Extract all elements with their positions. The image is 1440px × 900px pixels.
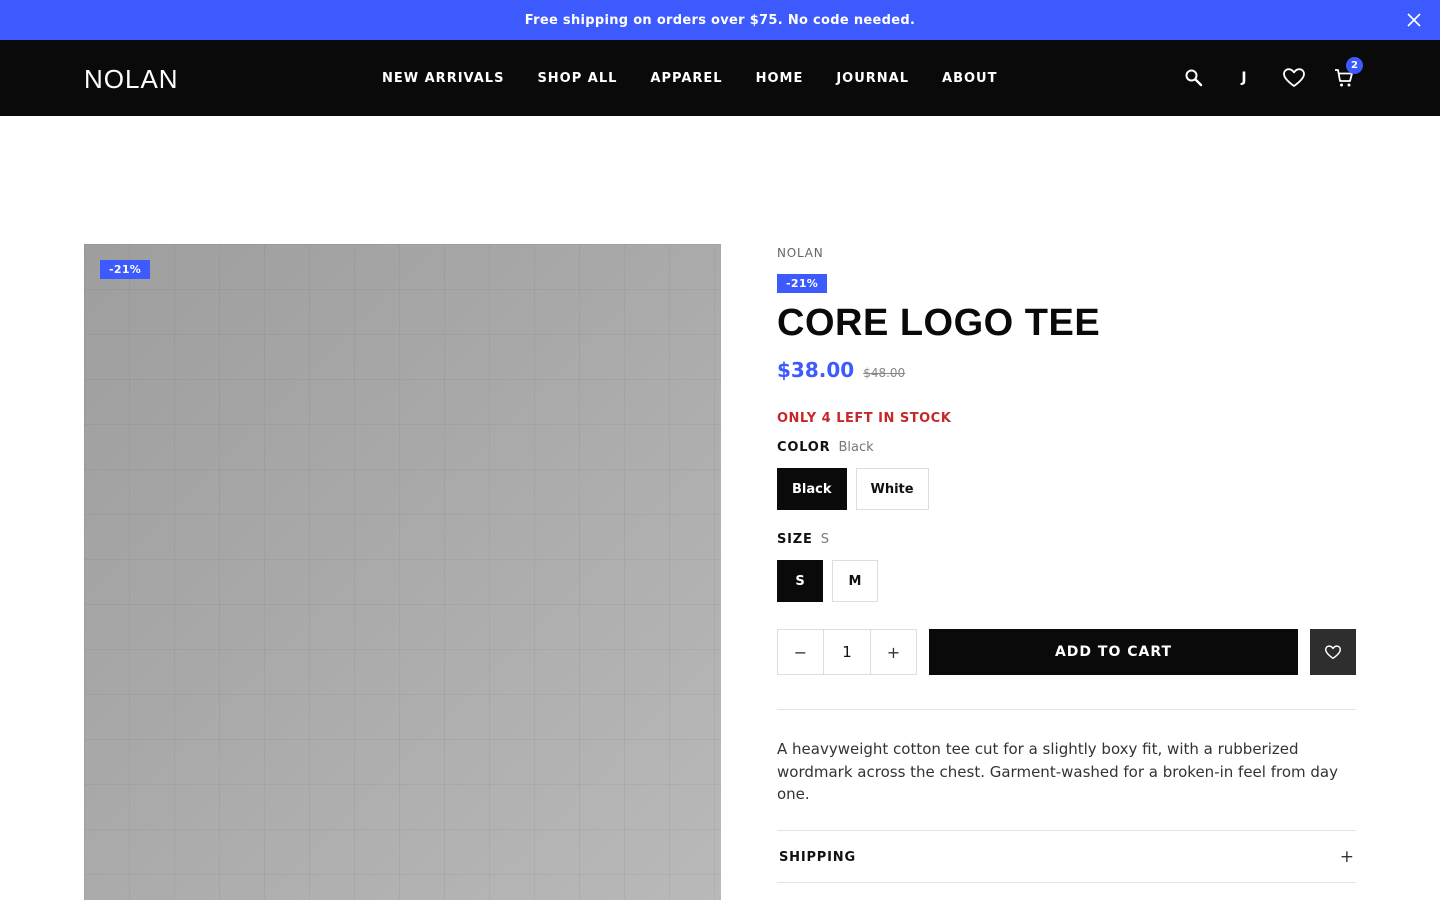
announcement-bar: Free shipping on orders over $75. No cod… bbox=[0, 0, 1440, 40]
quantity-decrease-button[interactable]: − bbox=[778, 630, 823, 674]
color-label: COLOR bbox=[777, 440, 831, 455]
product-image[interactable]: -21% bbox=[84, 244, 721, 900]
color-option-white[interactable]: White bbox=[855, 468, 929, 510]
quantity-increase-button[interactable]: + bbox=[871, 630, 916, 674]
main-nav: NEW ARRIVALS SHOP ALL APPAREL HOME JOURN… bbox=[382, 40, 997, 116]
cart-icon[interactable]: 2 bbox=[1332, 57, 1363, 90]
search-icon[interactable] bbox=[1182, 66, 1206, 90]
shipping-accordion[interactable]: SHIPPING + bbox=[777, 831, 1356, 883]
nav-about[interactable]: ABOUT bbox=[942, 71, 997, 86]
account-icon[interactable]: J bbox=[1232, 66, 1256, 90]
cart-count-badge: 2 bbox=[1346, 57, 1363, 74]
size-label: SIZE bbox=[777, 532, 813, 547]
stock-warning: ONLY 4 LEFT IN STOCK bbox=[777, 411, 952, 426]
color-option-black[interactable]: Black bbox=[777, 468, 847, 510]
nav-apparel[interactable]: APPAREL bbox=[650, 71, 722, 86]
shipping-accordion-title: SHIPPING bbox=[779, 849, 856, 865]
color-selected-value: Black bbox=[838, 440, 874, 455]
discount-badge: -21% bbox=[777, 274, 828, 293]
sale-price: $38.00 bbox=[777, 358, 855, 382]
add-to-wishlist-button[interactable] bbox=[1310, 629, 1356, 675]
wishlist-heart-icon[interactable] bbox=[1282, 66, 1306, 90]
image-texture bbox=[84, 244, 721, 900]
image-discount-badge: -21% bbox=[100, 260, 151, 279]
close-icon[interactable] bbox=[1404, 10, 1424, 30]
nav-journal[interactable]: JOURNAL bbox=[836, 71, 909, 86]
size-options: S M bbox=[777, 560, 887, 602]
price-row: $38.00 $48.00 bbox=[777, 358, 905, 382]
plus-icon: + bbox=[1339, 847, 1354, 867]
header-actions: J 2 bbox=[1156, 40, 1363, 116]
quantity-stepper: − + bbox=[777, 629, 917, 675]
product-brand[interactable]: NOLAN bbox=[777, 246, 824, 260]
add-to-cart-button[interactable]: ADD TO CART bbox=[929, 629, 1298, 675]
color-options: Black White bbox=[777, 468, 938, 510]
announcement-text: Free shipping on orders over $75. No cod… bbox=[524, 12, 916, 28]
account-initial: J bbox=[1241, 70, 1247, 86]
purchase-row: − + ADD TO CART bbox=[777, 629, 1356, 675]
site-header: NOLAN NEW ARRIVALS SHOP ALL APPAREL HOME… bbox=[0, 40, 1440, 116]
size-label-row: SIZE S bbox=[777, 532, 829, 547]
product-description: A heavyweight cotton tee cut for a sligh… bbox=[777, 740, 1338, 803]
color-label-row: COLOR Black bbox=[777, 440, 874, 455]
size-option-m[interactable]: M bbox=[832, 560, 878, 602]
heart-icon bbox=[1325, 644, 1341, 659]
compare-price: $48.00 bbox=[863, 366, 906, 380]
size-option-s[interactable]: S bbox=[777, 560, 823, 602]
quantity-input[interactable] bbox=[823, 630, 871, 674]
divider bbox=[777, 882, 1356, 883]
nav-home[interactable]: HOME bbox=[756, 71, 804, 86]
logo[interactable]: NOLAN bbox=[84, 64, 179, 95]
nav-shop-all[interactable]: SHOP ALL bbox=[537, 71, 617, 86]
divider bbox=[777, 709, 1356, 710]
size-selected-value: S bbox=[820, 532, 829, 547]
nav-new-arrivals[interactable]: NEW ARRIVALS bbox=[382, 71, 504, 86]
product-title: CORE LOGO TEE bbox=[777, 302, 1101, 344]
